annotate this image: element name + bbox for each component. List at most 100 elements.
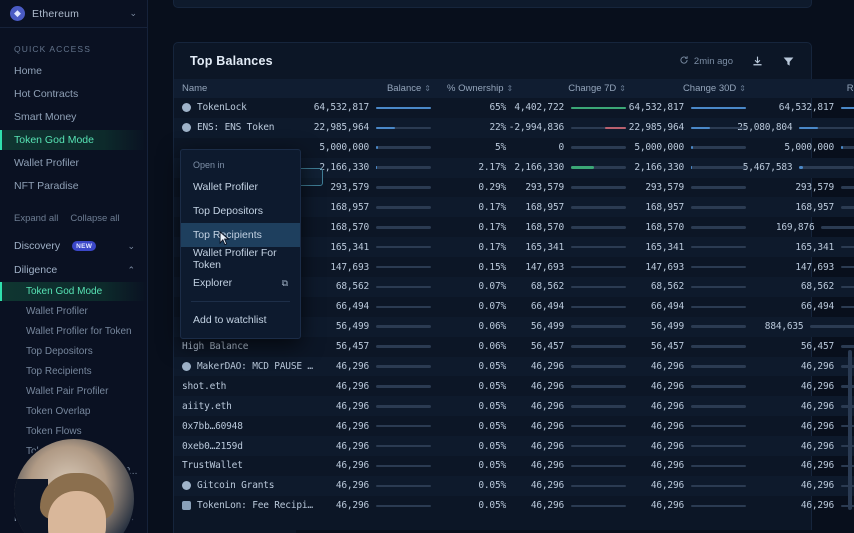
cell-name[interactable]: MakerDAO: MCD PAUSE PROXY xyxy=(174,357,324,377)
bar-track xyxy=(691,186,746,189)
cell-value: 5,000,000 xyxy=(784,142,834,154)
building-icon xyxy=(182,501,191,511)
context-menu-item-explorer[interactable]: Explorer ⧉ xyxy=(181,271,300,295)
cell-ownership: 22% xyxy=(439,118,514,138)
sidebar-subitem-token-god-mode[interactable]: Token God Mode xyxy=(0,282,147,301)
cell-name[interactable]: Gitcoin Grants xyxy=(174,476,324,496)
column-header-received[interactable]: Received⇕ xyxy=(754,79,854,98)
sidebar-item-token-god-mode[interactable]: Token God Mode xyxy=(0,130,147,150)
chevron-down-icon[interactable]: ⌄ xyxy=(129,8,137,19)
sidebar-item-nft-paradise[interactable]: NFT Paradise xyxy=(0,176,147,196)
cell-received: 46,296 xyxy=(754,416,854,436)
refresh-status[interactable]: 2min ago xyxy=(679,55,733,68)
sidebar-subitem-wallet-profiler[interactable]: Wallet Profiler xyxy=(0,302,147,321)
bar-track xyxy=(376,186,431,189)
filter-icon[interactable] xyxy=(782,55,795,68)
bar-track xyxy=(841,265,854,269)
cell-value: 46,296 xyxy=(530,380,564,392)
table-row[interactable]: 0xeb0…2159d 46,296 0.05% 46,296 46,296 46,296 xyxy=(174,436,854,457)
expand-all-button[interactable]: Expand all xyxy=(14,213,58,224)
cell-name[interactable]: High Balance xyxy=(174,337,324,357)
cell-value: 0.17% xyxy=(478,241,506,253)
bar-track xyxy=(841,206,854,209)
column-header-label: Change 7D xyxy=(568,83,617,94)
table-row[interactable]: 0x7bb…60948 46,296 0.05% 46,296 46,296 46,296 xyxy=(174,416,854,436)
sidebar-item-label: NFT Paradise xyxy=(14,180,79,192)
column-header-change7d[interactable]: Change 7D ⇕ xyxy=(514,79,634,98)
column-header-ownership[interactable]: % Ownership ⇕ xyxy=(439,79,514,98)
sidebar-subitem-top-recipients[interactable]: Top Recipients xyxy=(0,362,147,381)
sidebar-item-wallet-profiler[interactable]: Wallet Profiler xyxy=(0,153,147,173)
table-row[interactable]: Gitcoin Grants 46,296 0.05% 46,296 46,296 46,… xyxy=(174,475,854,496)
cell-ownership: 0.17% xyxy=(439,217,514,237)
cell-value: 46,296 xyxy=(800,460,834,472)
cell-ownership: 0.05% xyxy=(439,376,514,396)
cell-received: 293,579 xyxy=(754,178,854,198)
table-row[interactable]: aiity.eth 46,296 0.05% 46,296 46,296 46,296 xyxy=(174,396,854,417)
context-menu-item-wallet-profiler-for-token[interactable]: Wallet Profiler For Token xyxy=(181,247,300,271)
sidebar-group-diligence[interactable]: Diligence ⌃ xyxy=(0,258,147,282)
collapse-all-button[interactable]: Collapse all xyxy=(70,213,119,224)
cell-name[interactable]: TrustWallet xyxy=(174,456,324,476)
cell-change7d: 56,499 xyxy=(514,317,634,337)
sidebar-subitem-wallet-pair-profiler[interactable]: Wallet Pair Profiler xyxy=(0,382,147,401)
sidebar-item-home[interactable]: Home xyxy=(0,61,147,81)
cell-name[interactable]: TokenLock xyxy=(174,98,324,118)
sort-icon[interactable]: ⇕ xyxy=(619,84,626,93)
sidebar-subitem-top-depositors[interactable]: Top Depositors xyxy=(0,342,147,361)
cell-change30d: 46,296 xyxy=(634,476,754,496)
chain-selector[interactable]: ◆ Ethereum ⌄ xyxy=(0,0,147,28)
cell-name[interactable]: 0xeb0…2159d xyxy=(174,436,324,456)
context-menu-item-wallet-profiler[interactable]: Wallet Profiler xyxy=(181,175,300,199)
cell-value: 0.05% xyxy=(478,361,506,373)
cell-name[interactable]: aiity.eth xyxy=(174,396,324,416)
bar-track xyxy=(376,444,431,448)
bar-track xyxy=(691,504,746,507)
cell-ownership: 0.17% xyxy=(439,197,514,217)
chevron-up-icon[interactable]: ⌃ xyxy=(127,265,135,276)
sidebar-subitem-label: Wallet Pair Profiler xyxy=(26,386,109,397)
sort-icon[interactable]: ⇕ xyxy=(507,84,514,93)
cell-change7d: 147,693 xyxy=(514,257,634,277)
cell-change7d: 46,296 xyxy=(514,496,634,516)
sidebar-item-smart-money[interactable]: Smart Money xyxy=(0,107,147,127)
cell-change30d: 165,341 xyxy=(634,237,754,257)
sidebar-subitem-token-overlap[interactable]: Token Overlap xyxy=(0,402,147,421)
table-row[interactable]: shot.eth 46,296 0.05% 46,296 46,296 46,296 xyxy=(174,376,854,396)
table-row[interactable]: High Balance 56,457 0.06% 56,457 56,457 56,45… xyxy=(174,337,854,357)
cell-value: 884,635 xyxy=(764,321,804,333)
refresh-time-label: 2min ago xyxy=(693,55,733,67)
chevron-down-icon[interactable]: ⌄ xyxy=(127,241,135,252)
sidebar-item-hot-contracts[interactable]: Hot Contracts xyxy=(0,84,147,104)
vertical-scrollbar[interactable] xyxy=(848,350,852,510)
bar-track xyxy=(376,504,431,507)
cell-name[interactable]: ENS: ENS Token xyxy=(174,118,324,138)
cell-change30d: 5,000,000 xyxy=(634,138,754,158)
context-menu-item-top-recipients[interactable]: Top Recipients xyxy=(181,223,300,247)
bar-track xyxy=(691,325,746,328)
context-menu-item-top-depositors[interactable]: Top Depositors xyxy=(181,199,300,223)
context-menu-title: Open in xyxy=(193,160,225,170)
table-row[interactable]: TokenLon: Fee Recipient 46,296 0.05% 46,296… xyxy=(174,496,854,516)
row-name-label: High Balance xyxy=(182,341,249,353)
cell-value: 0 xyxy=(558,142,564,154)
sort-icon[interactable]: ⇕ xyxy=(424,84,431,93)
table-row[interactable]: TokenLock 64,532,817 65% 4,402,722 64,532,81… xyxy=(174,98,854,118)
sort-icon[interactable]: ⇕ xyxy=(739,84,746,93)
cell-name[interactable]: 0x7bb…60948 xyxy=(174,416,324,436)
table-row[interactable]: TrustWallet 46,296 0.05% 46,296 46,296 46,296 xyxy=(174,456,854,476)
column-header-balance[interactable]: Balance ⇕ xyxy=(324,79,439,98)
cell-value: 165,341 xyxy=(795,241,834,253)
sidebar-group-discovery[interactable]: Discovery NEW ⌄ xyxy=(0,234,147,258)
bar-track xyxy=(571,444,626,448)
column-header-change30d[interactable]: Change 30D ⇕ xyxy=(634,79,754,98)
cell-name[interactable]: shot.eth xyxy=(174,376,324,396)
table-row[interactable]: ENS: ENS Token 22,985,964 22% -2,994,836 22,… xyxy=(174,117,854,138)
add-to-watchlist-item[interactable]: Add to watchlist xyxy=(181,308,300,332)
sidebar-subitem-wallet-profiler-for-token[interactable]: Wallet Profiler for Token xyxy=(0,322,147,341)
download-icon[interactable] xyxy=(751,55,764,68)
new-badge: NEW xyxy=(72,241,97,251)
table-row[interactable]: MakerDAO: MCD PAUSE PROXY 46,296 0.05% 46,2… xyxy=(174,356,854,377)
bar-fill xyxy=(691,166,693,169)
cell-name[interactable]: TokenLon: Fee Recipient xyxy=(174,496,324,516)
